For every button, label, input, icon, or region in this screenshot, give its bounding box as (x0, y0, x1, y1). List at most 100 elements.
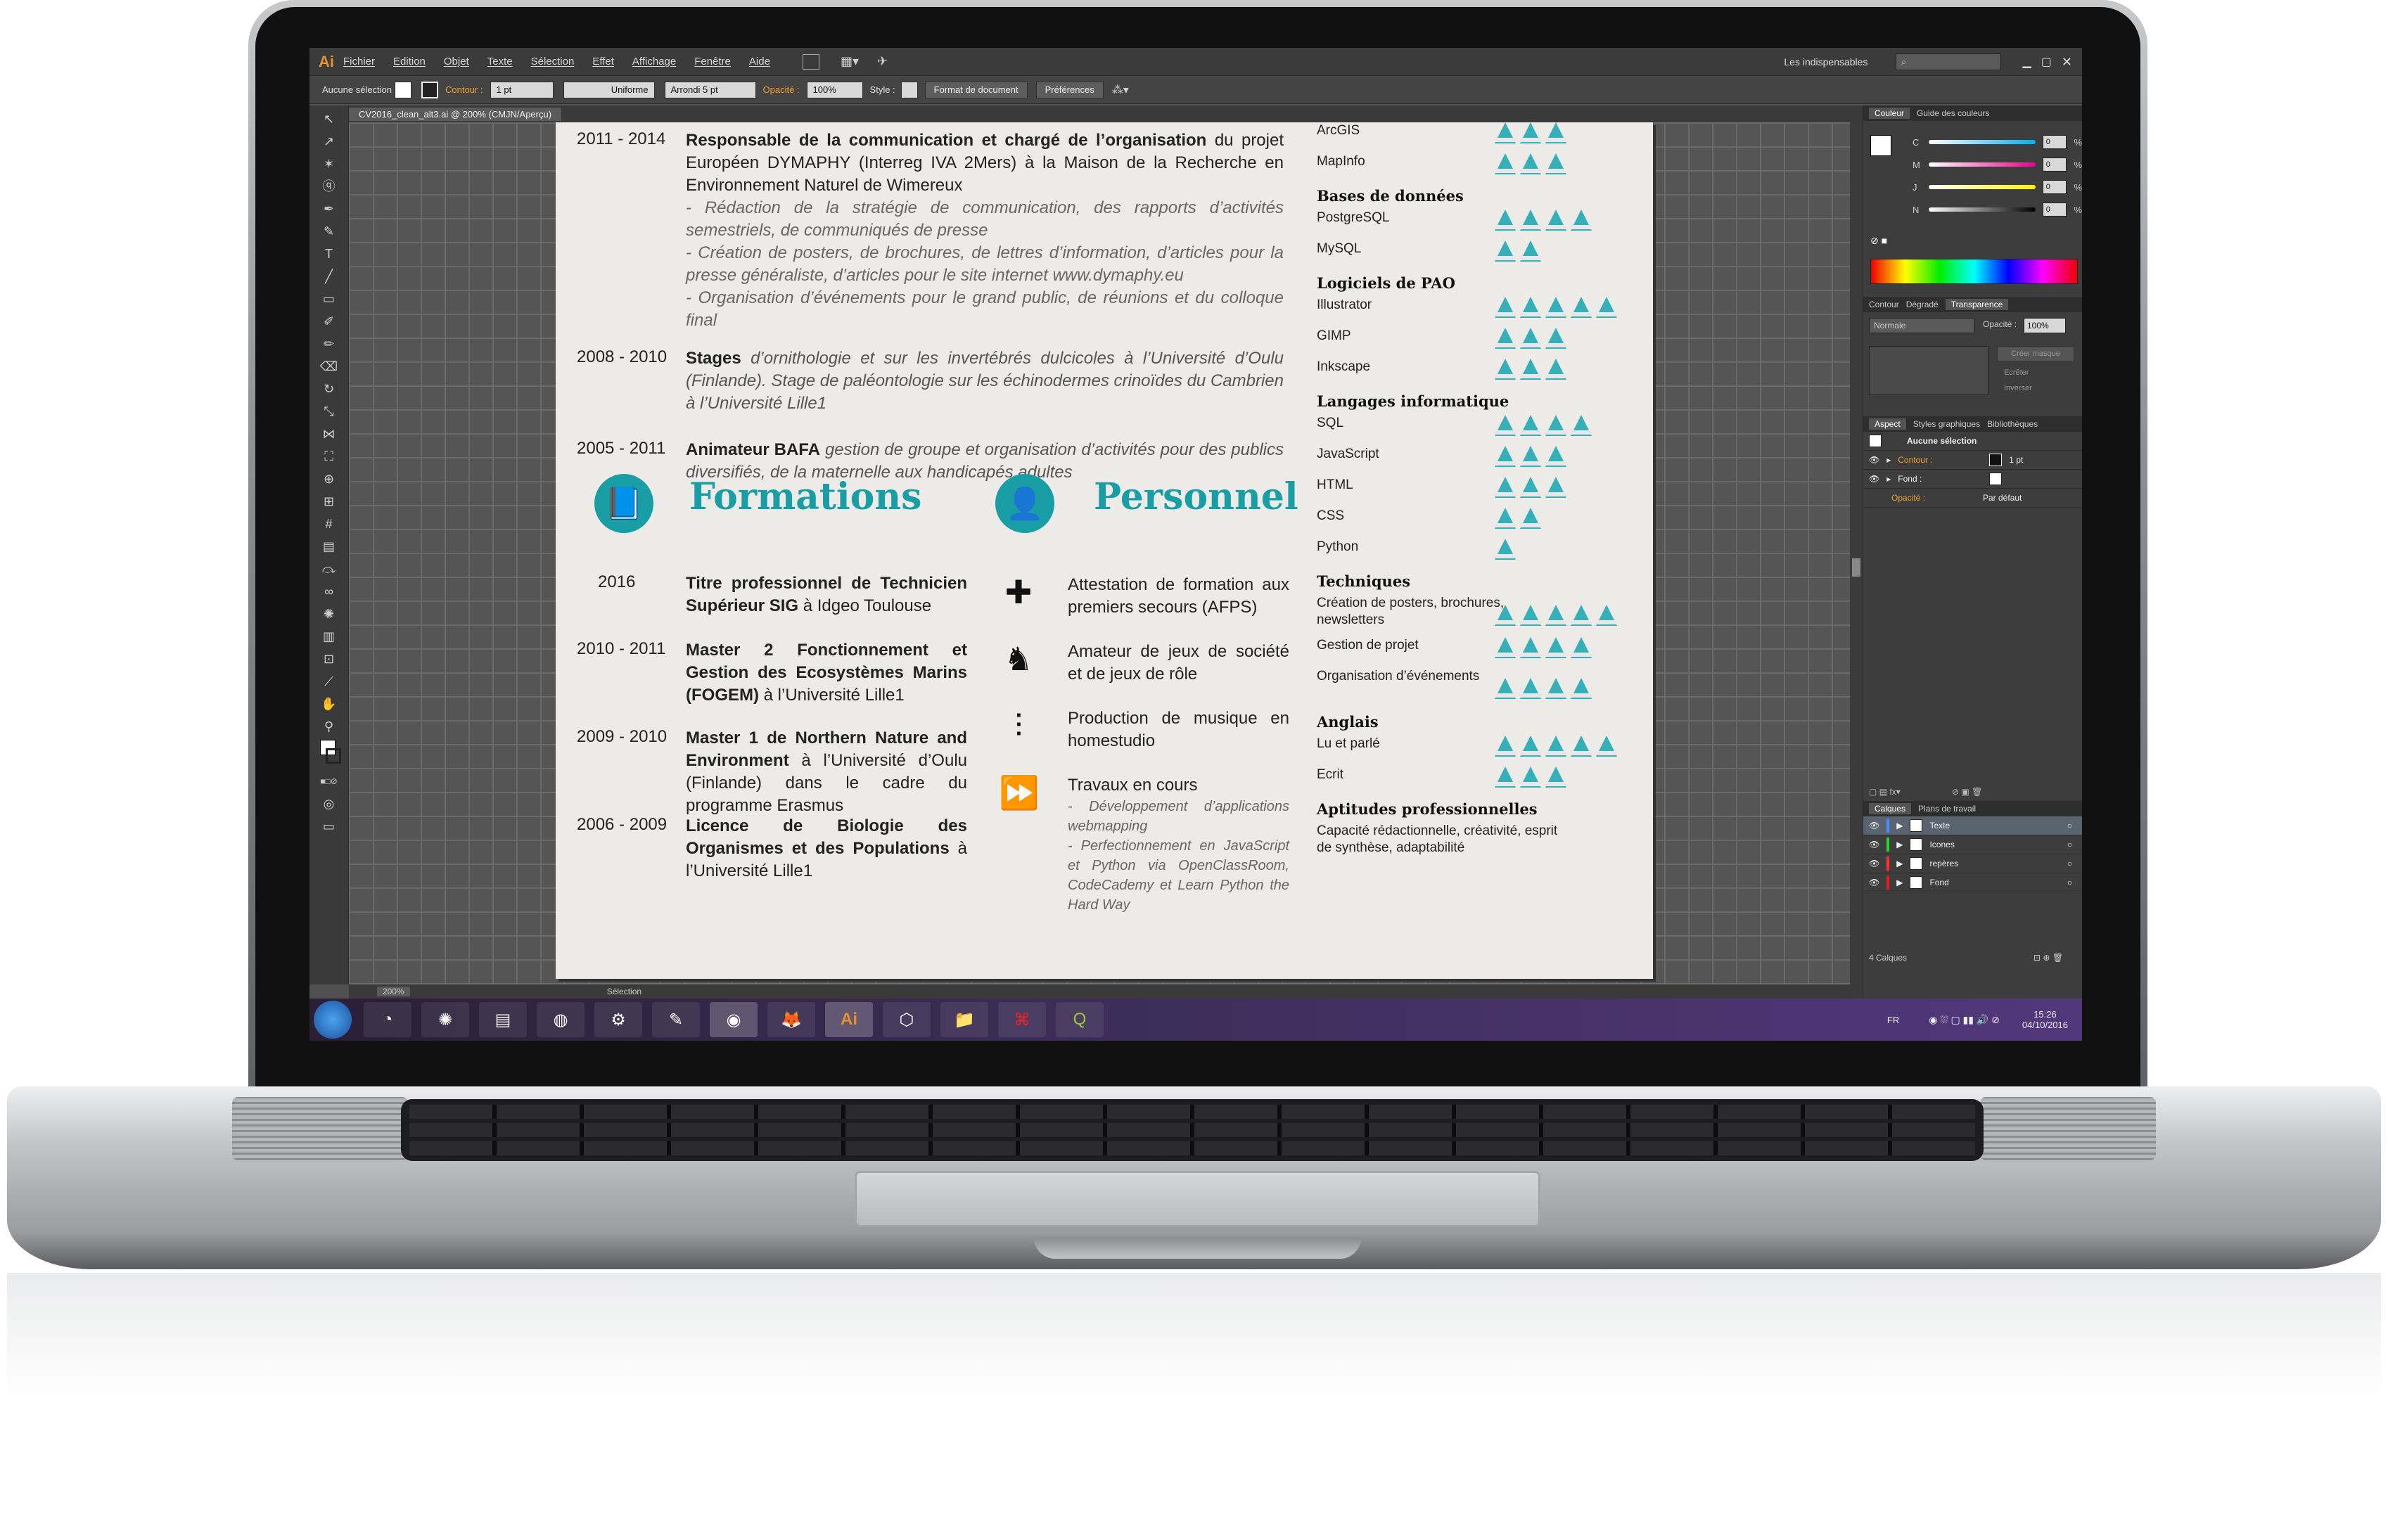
target-icon[interactable]: ○ (2067, 840, 2072, 849)
width-tool-icon[interactable]: ⋈ (320, 425, 338, 443)
shape-builder-tool-icon[interactable]: ⊕ (320, 470, 338, 488)
channel-value[interactable]: 0 (2042, 203, 2067, 217)
eye-icon[interactable]: 👁 (1869, 474, 1879, 484)
channel-slider[interactable] (1928, 140, 2036, 144)
file-explorer-icon[interactable]: 📁 (940, 1002, 988, 1037)
invert-checkbox[interactable]: Inverser (2004, 384, 2032, 392)
direct-selection-tool-icon[interactable]: ↗ (320, 132, 338, 150)
document-setup-button[interactable]: Format de document (924, 81, 1028, 98)
layer-row[interactable]: 👁 ▶ Texte ○ (1863, 816, 2082, 835)
draw-mode-icon[interactable]: ◎ (320, 795, 338, 813)
menu-objet[interactable]: Objet (444, 56, 469, 68)
channel-value[interactable]: 0 (2042, 180, 2067, 194)
layer-row[interactable]: 👁 ▶ Fond ○ (1863, 873, 2082, 892)
menu-edition[interactable]: Edition (393, 56, 426, 68)
slice-tool-icon[interactable]: ⟋ (320, 672, 338, 691)
menu-affichage[interactable]: Affichage (632, 56, 676, 68)
channel-slider[interactable] (1928, 185, 2036, 189)
arrange-documents-icon[interactable]: ▦▾ (841, 54, 859, 69)
target-icon[interactable]: ○ (2067, 859, 2072, 868)
gpu-icon[interactable]: ✈ (877, 54, 888, 69)
canvas[interactable]: 2011 - 2014 Responsable de la communicati… (349, 122, 1863, 984)
pen-tool-icon[interactable]: ✒ (320, 200, 338, 218)
ccleaner-icon[interactable]: ◔ (364, 1002, 411, 1037)
scale-tool-icon[interactable]: ⤡ (320, 402, 338, 421)
stroke-profile-select[interactable]: Uniforme (563, 81, 655, 98)
expand-arrow-icon[interactable]: ▶ (1896, 878, 1903, 887)
eye-icon[interactable]: 👁 (1869, 821, 1879, 830)
type-tool-icon[interactable]: T (320, 245, 338, 263)
menu-effet[interactable]: Effet (592, 56, 614, 68)
stroke-label[interactable]: Contour : (445, 84, 483, 95)
tab-guide-couleurs[interactable]: Guide des couleurs (1917, 108, 1989, 118)
color-mode-icon[interactable]: ■□⊘ (320, 772, 338, 790)
bridge-icon[interactable] (802, 53, 819, 70)
channel-slider[interactable] (1928, 207, 2036, 212)
none-white-swatches[interactable]: ⊘ ■ (1870, 235, 1887, 247)
menu-aide[interactable]: Aide (749, 56, 770, 68)
zoom-field[interactable]: 200% (377, 987, 410, 996)
free-transform-tool-icon[interactable]: ⛶ (320, 447, 338, 466)
opacity-field[interactable]: 100% (806, 81, 863, 98)
stroke-swatch[interactable] (421, 81, 439, 98)
line-tool-icon[interactable]: ╱ (320, 267, 338, 285)
maximize-button[interactable]: ▢ (2041, 55, 2052, 69)
appearance-stroke-row[interactable]: 👁 ▸ Contour :1 pt (1863, 451, 2082, 470)
tab-degrade[interactable]: Dégradé (1906, 300, 1939, 309)
channel-value[interactable]: 0 (2042, 158, 2067, 172)
acrobat-icon[interactable]: ⌘ (998, 1002, 1046, 1037)
eye-icon[interactable]: 👁 (1869, 840, 1879, 849)
mesh-tool-icon[interactable]: # (320, 515, 338, 533)
artboard-tool-icon[interactable]: ⊡ (320, 650, 338, 668)
virtualbox-icon[interactable]: ⬡ (883, 1002, 931, 1037)
selection-tool-icon[interactable]: ↖ (320, 110, 338, 128)
lasso-tool-icon[interactable]: ⓠ (320, 177, 338, 195)
gradient-tool-icon[interactable]: ▤ (320, 537, 338, 556)
channel-slider[interactable] (1928, 162, 2036, 167)
scroll-thumb[interactable] (1852, 558, 1860, 577)
layer-actions-icon[interactable]: ⊡ ⊕ 🗑 (2033, 953, 2063, 963)
appearance-fill-row[interactable]: 👁 ▸ Fond : (1863, 470, 2082, 489)
document-tab[interactable]: CV2016_clean_alt3.ai @ 200% (CMJN/Aperçu… (349, 107, 562, 121)
fill-swatch[interactable] (395, 81, 412, 98)
panel-options-icon[interactable]: ⁂▾ (1112, 83, 1129, 97)
eye-icon[interactable]: 👁 (1869, 878, 1879, 887)
target-icon[interactable]: ○ (2067, 821, 2072, 830)
globe-icon[interactable]: ◍ (537, 1002, 585, 1037)
brush-select[interactable]: Arrondi 5 pt (664, 81, 756, 98)
pencil-tool-icon[interactable]: ✏ (320, 335, 338, 353)
chrome-icon[interactable]: ◉ (710, 1002, 758, 1037)
tab-aspect[interactable]: Aspect (1869, 418, 1906, 430)
expand-arrow-icon[interactable]: ▶ (1896, 840, 1903, 849)
eye-icon[interactable]: 👁 (1869, 455, 1879, 465)
symbol-sprayer-tool-icon[interactable]: ✺ (320, 605, 338, 623)
qgis-icon[interactable]: Q (1056, 1002, 1104, 1037)
create-mask-button[interactable]: Créer masque (1997, 346, 2074, 361)
blend-mode-select[interactable]: Normale (1869, 318, 1974, 333)
expand-arrow-icon[interactable]: ▶ (1896, 859, 1903, 868)
minimize-button[interactable]: ▁ (2022, 55, 2031, 69)
expand-arrow-icon[interactable]: ▶ (1896, 821, 1903, 830)
clip-checkbox[interactable]: Ecrêter (2004, 368, 2029, 377)
rectangle-tool-icon[interactable]: ▭ (320, 290, 338, 308)
libreoffice-icon[interactable]: ▤ (479, 1002, 527, 1037)
paintbrush-tool-icon[interactable]: ✐ (320, 312, 338, 331)
curvature-tool-icon[interactable]: ✎ (320, 222, 338, 240)
menu-fenetre[interactable]: Fenêtre (694, 56, 731, 68)
fill-stroke-icon[interactable] (319, 740, 341, 768)
fill-stroke-swatch[interactable] (1870, 135, 1891, 156)
tab-transparence[interactable]: Transparence (1945, 299, 2009, 310)
menu-texte[interactable]: Texte (487, 56, 513, 68)
tab-styles[interactable]: Styles graphiques (1913, 419, 1980, 429)
close-button[interactable]: ✕ (2062, 55, 2072, 70)
notepad-icon[interactable]: ✎ (652, 1002, 700, 1037)
stroke-weight-field[interactable]: 1 pt (490, 81, 554, 98)
menu-selection[interactable]: Sélection (531, 56, 575, 68)
tab-plans-travail[interactable]: Plans de travail (1918, 804, 1976, 814)
appearance-opacity-row[interactable]: Opacité : Par défaut (1863, 489, 2082, 508)
firefox-icon[interactable]: 🦊 (767, 1002, 815, 1037)
perspective-grid-tool-icon[interactable]: ⊞ (320, 492, 338, 511)
eye-icon[interactable]: 👁 (1869, 859, 1879, 868)
layer-row[interactable]: 👁 ▶ repères ○ (1863, 854, 2082, 873)
steam-icon[interactable]: ⚙ (594, 1002, 642, 1037)
